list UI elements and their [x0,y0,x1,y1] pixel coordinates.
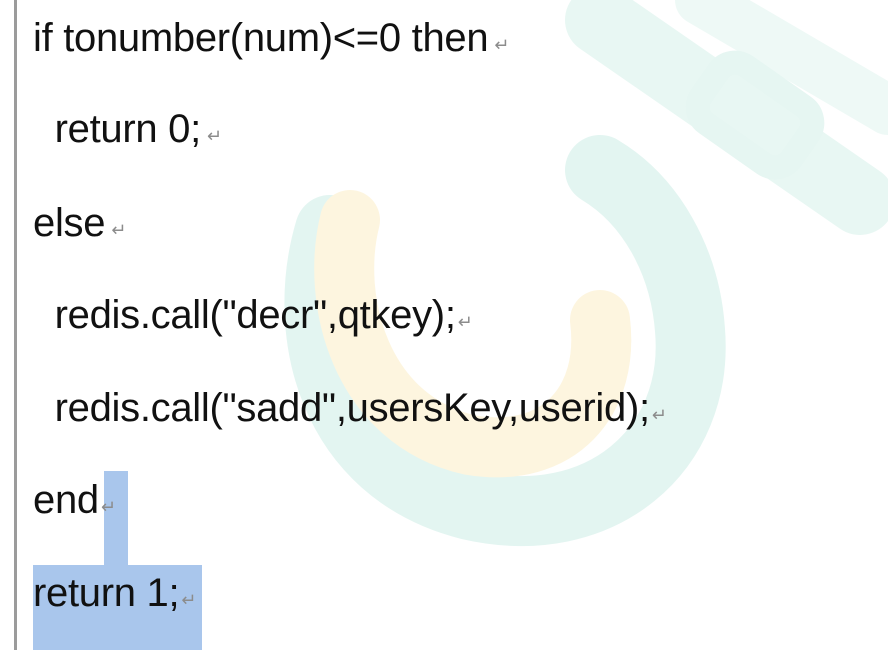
code-text: return 1; [33,571,180,615]
code-text: else [33,201,106,245]
paragraph-mark-icon: ↵ [494,35,510,55]
paragraph-mark-icon: ↵ [181,590,197,610]
code-line[interactable]: if tonumber(num)<=0 then ↵ [33,14,509,69]
code-text: end [33,478,99,522]
code-line[interactable]: else ↵ [33,199,126,254]
document-page: if tonumber(num)<=0 then ↵ return 0; ↵ els… [0,0,888,650]
paragraph-mark-icon: ↵ [651,405,667,425]
code-text: if tonumber(num)<=0 then [33,16,489,60]
page-margin-line [14,0,17,650]
paragraph-mark-icon: ↵ [111,220,126,240]
code-line[interactable]: redis.call("decr",qtkey); ↵ [33,291,473,346]
code-line[interactable]: return 0; ↵ [33,105,222,160]
code-line[interactable]: redis.call("sadd",usersKey,userid); ↵ [33,384,667,439]
paragraph-mark-icon: ↵ [206,126,222,146]
code-text: redis.call("sadd",usersKey,userid); [33,386,650,430]
paragraph-mark-icon: ↵ [457,312,473,332]
code-line[interactable]: return 1; ↵ [33,569,196,624]
code-text: redis.call("decr",qtkey); [33,293,456,337]
code-text: return 0; [33,107,202,151]
paragraph-mark-icon: ↵ [100,497,116,517]
code-line[interactable]: end ↵ [33,476,116,531]
